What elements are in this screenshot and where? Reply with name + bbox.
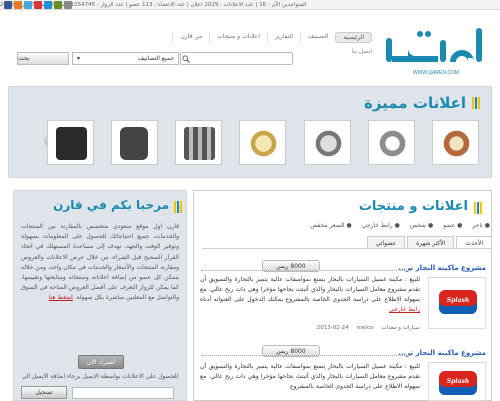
- listing-title[interactable]: مشروع ماكينة النجار تر...: [398, 349, 486, 357]
- filter-person[interactable]: ● شخص: [410, 222, 433, 229]
- listing-filters: ● تاجر ● عضو ● شخص ● رابط خارجي ● السعر …: [310, 222, 490, 229]
- email-label: للحصول على الاعلانات بواسطة الايميل يرجا…: [21, 373, 179, 380]
- listing-logo-text: Splash: [446, 378, 470, 385]
- facebook-icon[interactable]: [4, 1, 12, 9]
- welcome-body: قارن اول موقع سعودي متخصص بالمقارنة بين …: [21, 223, 179, 302]
- external-link[interactable]: رابط خارجي: [389, 306, 420, 313]
- social-icons: [4, 1, 72, 9]
- youtube-icon[interactable]: [34, 1, 42, 9]
- nav-categories[interactable]: التصنيف: [299, 32, 335, 43]
- filter-merchant[interactable]: ● تاجر: [472, 222, 490, 229]
- filter-label: عضو: [443, 222, 456, 229]
- twitter-icon[interactable]: [24, 1, 32, 9]
- register-button[interactable]: تسجيل: [21, 386, 67, 399]
- section-bars-icon: [472, 97, 480, 109]
- listing-desc-text: للبيع : مكينة غسيل السيارات بالبخار يتمت…: [200, 363, 420, 390]
- featured-thumb[interactable]: [303, 120, 351, 165]
- search-icon: [182, 55, 190, 63]
- listing-user[interactable]: melco: [357, 325, 374, 331]
- search-button[interactable]: بحث: [17, 52, 69, 65]
- featured-thumb[interactable]: [111, 120, 159, 165]
- listing-image[interactable]: Splash: [428, 277, 486, 329]
- welcome-title: مرحبا بكم في قارن: [53, 198, 169, 212]
- share-icon[interactable]: [54, 1, 62, 9]
- main-nav: الرئيسية التصنيف التقارير اعلانات و منتج…: [172, 32, 372, 43]
- featured-title: اعلانات مميزة: [364, 94, 466, 112]
- divider: [201, 355, 411, 356]
- site-header: WWW.QAREN.COM الرئيسية التصنيف التقارير …: [0, 10, 500, 82]
- featured-carousel: [47, 120, 479, 165]
- filter-label: تاجر: [472, 222, 483, 229]
- featured-thumb[interactable]: [239, 120, 287, 165]
- skype-icon[interactable]: [44, 1, 52, 9]
- listing-description: للبيع : مكينة غسيل السيارات بالبخار يتمت…: [200, 362, 420, 401]
- listing-tabs: الأحدث الأكثر شهرة عشوائي: [202, 236, 492, 249]
- nav-ads-products[interactable]: اعلانات و منتجات: [209, 32, 267, 43]
- welcome-text: قارن اول موقع سعودي متخصص بالمقارنة بين …: [21, 222, 179, 304]
- nav-reports[interactable]: التقارير: [266, 32, 300, 43]
- filter-label: السعر مخفض: [310, 222, 345, 229]
- listing-desc-text: للبيع : مكينة غسيل السيارات بالبخار يتمت…: [200, 276, 420, 303]
- filter-discount[interactable]: ● السعر مخفض: [310, 222, 352, 229]
- logo-url-text: WWW.QAREN.COM: [413, 70, 459, 76]
- search-input[interactable]: [180, 52, 293, 65]
- listing-image[interactable]: Splash: [428, 362, 486, 401]
- mail-icon[interactable]: [64, 1, 72, 9]
- ads-count: عدد الاعلانات : 2029 اعلان: [190, 1, 254, 8]
- section-bars-icon: [174, 201, 182, 213]
- welcome-link[interactable]: إضغط هنا: [49, 294, 73, 301]
- listing-description: للبيع : مكينة غسيل السيارات بالبخار يتمت…: [200, 275, 420, 315]
- filter-external[interactable]: ● رابط خارجي: [362, 222, 400, 229]
- divider: [201, 270, 411, 271]
- listing-meta: سيارات و معدات melco 2013-02-24: [317, 325, 420, 331]
- listing-title[interactable]: مشروع ماكينة النجار تر...: [398, 264, 486, 272]
- section-bars-icon: [474, 202, 482, 214]
- online-count: المتواجدين الآن : 16: [259, 1, 307, 8]
- members-count: عدد الاعضاء : 113 عضو: [129, 1, 186, 8]
- tab-latest[interactable]: الأحدث: [456, 236, 492, 248]
- listings-title: اعلانات و منتجات: [358, 199, 468, 214]
- listing-category[interactable]: سيارات و معدات: [381, 325, 420, 331]
- join-button[interactable]: اشترك الان: [78, 355, 124, 369]
- featured-thumb[interactable]: [175, 120, 223, 165]
- category-select-value: جميع التصانيف: [137, 55, 174, 62]
- listing-logo-text: Splash: [446, 297, 470, 304]
- featured-thumb[interactable]: [47, 120, 94, 165]
- tab-random[interactable]: عشوائي: [366, 236, 406, 248]
- filter-label: رابط خارجي: [361, 222, 393, 229]
- featured-thumb[interactable]: [431, 120, 479, 165]
- email-field[interactable]: [72, 387, 174, 399]
- category-select[interactable]: جميع التصانيف ▾: [72, 52, 179, 65]
- nav-home[interactable]: الرئيسية: [335, 32, 372, 43]
- nav-contact[interactable]: اتصل بنا: [352, 48, 372, 55]
- listing-date: 2013-02-24: [316, 325, 349, 331]
- nav-about[interactable]: من قارن: [172, 32, 209, 43]
- qaren-logo[interactable]: WWW.QAREN.COM: [380, 22, 492, 76]
- filter-label: شخص: [409, 222, 427, 229]
- chevron-down-icon: ▾: [77, 55, 81, 62]
- featured-thumb[interactable]: [367, 120, 415, 165]
- search-button-label: بحث: [18, 55, 30, 62]
- rss-icon[interactable]: [14, 1, 22, 9]
- tab-popular[interactable]: الأكثر شهرة: [407, 236, 455, 248]
- top-info-bar: المتواجدين الآن : 16 | عدد الاعلانات : 2…: [0, 0, 500, 10]
- filter-member[interactable]: ● عضو: [443, 222, 462, 229]
